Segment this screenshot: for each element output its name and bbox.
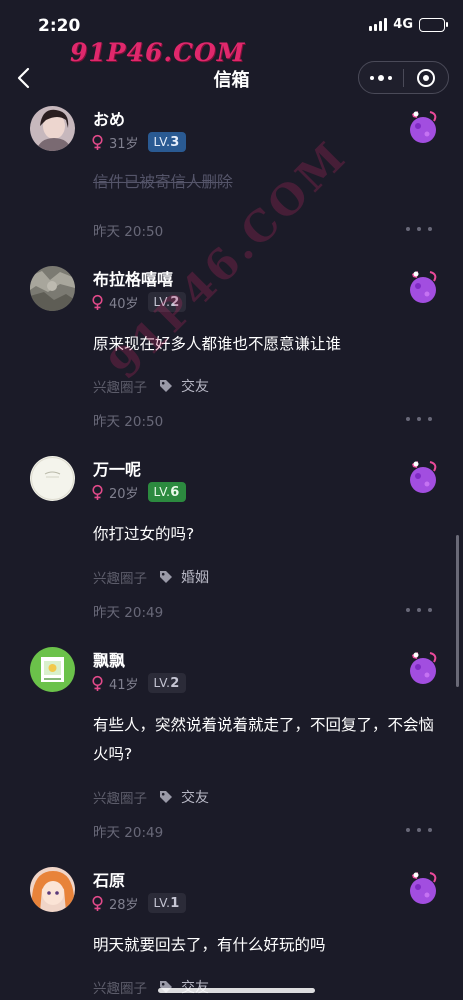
planet-badge-icon (410, 461, 437, 493)
tag-name[interactable]: 交友 (181, 977, 209, 997)
tag-icon (160, 380, 172, 392)
tag-name[interactable]: 婚姻 (181, 567, 209, 587)
more-dots-icon[interactable] (359, 62, 403, 93)
target-circle-icon[interactable] (404, 62, 448, 93)
post-content[interactable]: 信件已被寄信人删除 (93, 168, 438, 197)
user-age: 20岁 (109, 486, 139, 502)
planet-badge-icon (410, 271, 437, 303)
user-meta: 20岁 LV.6 (91, 482, 186, 502)
circle-label[interactable]: 兴趣圈子 (93, 567, 147, 587)
post-content[interactable]: 有些人，突然说着说着就走了，不回复了，不会恼火吗? (93, 711, 438, 769)
user-age: 41岁 (109, 677, 139, 693)
level-badge: LV.1 (147, 893, 186, 913)
status-time: 2:20 (38, 16, 81, 36)
post-time: 昨天 20:49 (93, 605, 164, 621)
tag-row: 兴趣圈子 婚姻 (93, 567, 209, 587)
user-age: 40岁 (109, 296, 139, 312)
avatar[interactable] (30, 106, 75, 151)
post-content[interactable]: 原来现在好多人都谁也不愿意谦让谁 (93, 330, 438, 359)
user-name[interactable]: 飘飘 (93, 647, 125, 671)
user-meta: 31岁 LV.3 (91, 132, 186, 152)
post-time: 昨天 20:49 (93, 825, 164, 841)
post-content[interactable]: 明天就要回去了，有什么好玩的吗 (93, 931, 438, 960)
circle-label[interactable]: 兴趣圈子 (93, 977, 147, 997)
home-indicator[interactable] (158, 988, 315, 993)
user-name[interactable]: 万一呢 (93, 456, 141, 480)
level-badge: LV.3 (147, 132, 186, 152)
tag-row: 兴趣圈子 交友 (93, 376, 209, 396)
level-badge: LV.2 (147, 292, 186, 312)
signal-icon (369, 18, 388, 31)
more-options-icon[interactable] (406, 226, 432, 232)
circle-label[interactable]: 兴趣圈子 (93, 376, 147, 396)
tag-icon (160, 571, 172, 583)
avatar[interactable] (30, 867, 75, 912)
female-icon (92, 484, 103, 500)
circle-label[interactable]: 兴趣圈子 (93, 787, 147, 807)
scrollbar[interactable] (456, 535, 459, 687)
tag-name[interactable]: 交友 (181, 376, 209, 396)
tag-name[interactable]: 交友 (181, 787, 209, 807)
tag-icon (160, 791, 172, 803)
avatar[interactable] (30, 456, 75, 501)
user-name[interactable]: 布拉格嘻嘻 (93, 266, 173, 290)
avatar[interactable] (30, 266, 75, 311)
list-item[interactable]: 万一呢 20岁 LV.6 你打过女的吗? 兴趣圈子 婚姻 昨天 20:49 (0, 450, 463, 641)
network-type: 4G (393, 17, 413, 32)
post-content[interactable]: 你打过女的吗? (93, 520, 438, 549)
more-options-icon[interactable] (406, 416, 432, 422)
user-meta: 28岁 LV.1 (91, 893, 186, 913)
user-age: 31岁 (109, 136, 139, 152)
post-time: 昨天 20:50 (93, 414, 164, 430)
avatar[interactable] (30, 647, 75, 692)
level-badge: LV.6 (147, 482, 186, 502)
female-icon (92, 675, 103, 691)
list-item[interactable]: 布拉格嘻嘻 40岁 LV.2 原来现在好多人都谁也不愿意谦让谁 兴趣圈子 交友 … (0, 260, 463, 450)
letter-feed: おめ 31岁 LV.3 信件已被寄信人删除 昨天 20:50 布拉格嘻嘻 40岁… (0, 100, 463, 1000)
more-options-icon[interactable] (406, 827, 432, 833)
post-time: 昨天 20:50 (93, 224, 164, 240)
tag-row: 兴趣圈子 交友 (93, 977, 209, 997)
tag-row: 兴趣圈子 交友 (93, 787, 209, 807)
status-icons: 4G (369, 17, 448, 32)
user-name[interactable]: 石原 (93, 867, 125, 891)
user-meta: 40岁 LV.2 (91, 292, 186, 312)
user-age: 28岁 (109, 897, 139, 913)
planet-badge-icon (410, 111, 437, 143)
female-icon (92, 895, 103, 911)
mini-program-capsule (358, 61, 449, 94)
female-icon (92, 134, 103, 150)
list-item[interactable]: 飘飘 41岁 LV.2 有些人，突然说着说着就走了，不回复了，不会恼火吗? 兴趣… (0, 641, 463, 861)
planet-badge-icon (410, 872, 437, 904)
planet-badge-icon (410, 652, 437, 684)
battery-icon (419, 17, 448, 32)
user-meta: 41岁 LV.2 (91, 673, 186, 693)
list-item[interactable]: 石原 28岁 LV.1 明天就要回去了，有什么好玩的吗 兴趣圈子 交友 (0, 861, 463, 1000)
nav-bar: 信箱 (0, 56, 463, 100)
more-options-icon[interactable] (406, 607, 432, 613)
user-name[interactable]: おめ (93, 106, 125, 130)
list-item[interactable]: おめ 31岁 LV.3 信件已被寄信人删除 昨天 20:50 (0, 100, 463, 260)
female-icon (92, 294, 103, 310)
level-badge: LV.2 (147, 673, 186, 693)
